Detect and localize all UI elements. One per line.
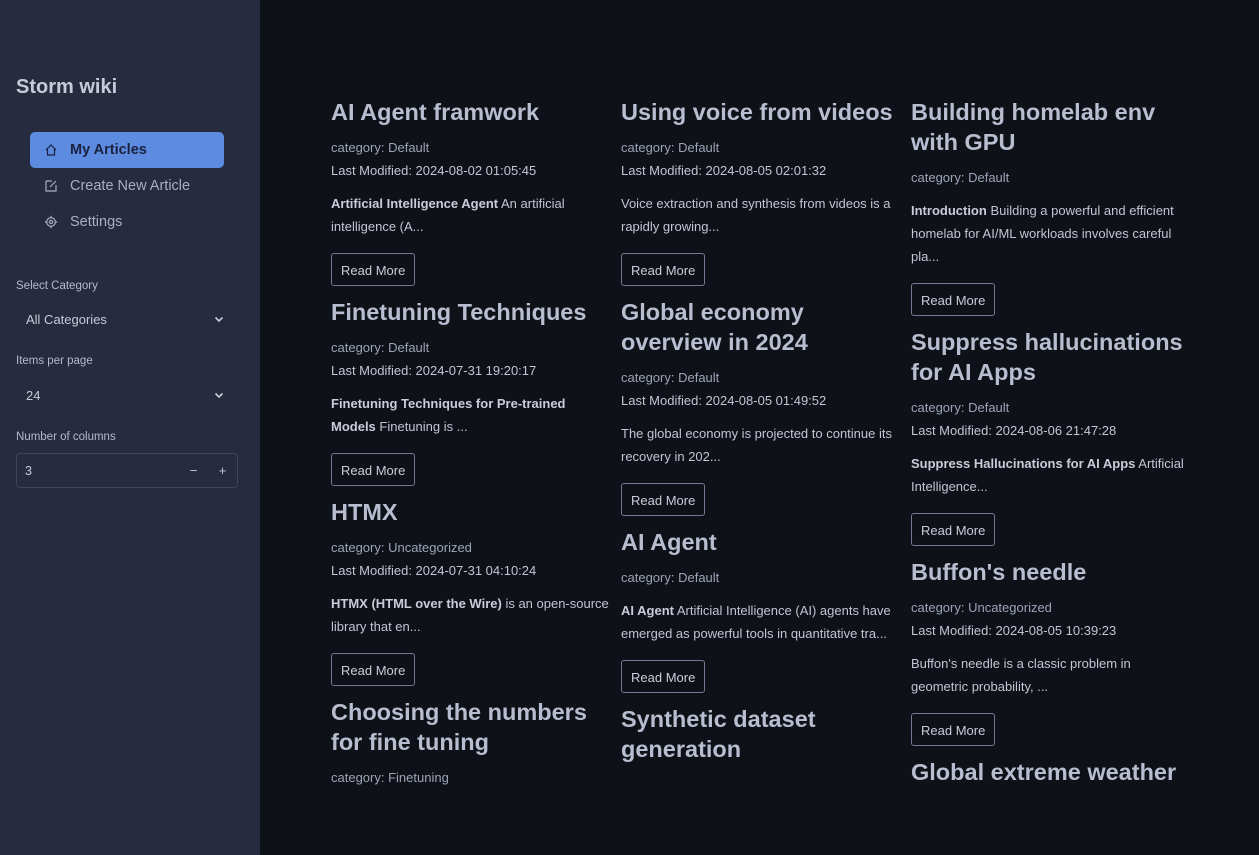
article-last-modified: Last Modified: 2024-08-05 02:01:32 (621, 163, 827, 178)
article-card: Building homelab env with GPU category: D… (911, 97, 1191, 327)
article-category: category: Finetuning (331, 770, 449, 785)
article-title[interactable]: AI Agent framwork (331, 97, 611, 127)
read-more-button[interactable]: Read More (911, 513, 996, 546)
article-card: Global economy overview in 2024 category:… (621, 297, 901, 527)
article-category: category: Default (621, 370, 720, 385)
items-per-page-label: Items per page (16, 355, 93, 367)
nav-item-label: Settings (70, 214, 123, 230)
nav-item-create-new-article[interactable]: Create New Article (30, 168, 224, 204)
article-category: category: Uncategorized (911, 600, 1052, 615)
article-card: Synthetic dataset generation (621, 704, 901, 764)
article-last-modified: Last Modified: 2024-08-05 10:39:23 (911, 623, 1117, 638)
increment-button[interactable]: + (208, 463, 237, 478)
article-excerpt-text: The global economy is projected to conti… (621, 426, 892, 464)
article-excerpt: Artificial Intelligence Agent An artific… (331, 192, 611, 238)
articles-grid: AI Agent framwork category: Default Last M… (260, 0, 1259, 855)
category-label: Select Category (16, 280, 98, 292)
article-title[interactable]: Suppress hallucinations for AI Apps (911, 327, 1191, 387)
article-category: category: Default (621, 570, 720, 585)
chevron-down-icon (214, 314, 224, 324)
article-title[interactable]: Buffon's needle (911, 557, 1191, 587)
article-category: category: Default (911, 170, 1010, 185)
nav-item-my-articles[interactable]: My Articles (30, 132, 224, 168)
read-more-button[interactable]: Read More (911, 713, 996, 746)
nav-item-settings[interactable]: Settings (30, 204, 224, 240)
article-card: Buffon's needle category: Uncategorized La… (911, 557, 1191, 757)
article-card: Finetuning Techniques category: Default La… (331, 297, 611, 497)
items-per-page-select[interactable]: 24 (16, 377, 238, 413)
article-card: AI Agent category: Default AI Agent Artifi… (621, 527, 901, 704)
article-excerpt-text: Buffon's needle is a classic problem in … (911, 656, 1131, 694)
article-category: category: Default (331, 340, 430, 355)
article-last-modified: Last Modified: 2024-08-06 21:47:28 (911, 423, 1117, 438)
article-title[interactable]: Global extreme weather (911, 757, 1191, 787)
read-more-button[interactable]: Read More (621, 660, 706, 693)
decrement-button[interactable]: − (179, 463, 208, 478)
columns-stepper: 3 − + (16, 453, 238, 488)
article-category: category: Default (331, 140, 430, 155)
article-card: AI Agent framwork category: Default Last M… (331, 97, 611, 297)
read-more-button[interactable]: Read More (911, 283, 996, 316)
article-title[interactable]: AI Agent (621, 527, 901, 557)
items-per-page-value: 24 (26, 387, 41, 403)
article-category: category: Default (621, 140, 720, 155)
sidebar: Storm wiki My Articles Create New Articl… (0, 0, 260, 855)
app-title: Storm wiki (16, 76, 118, 98)
article-excerpt: Buffon's needle is a classic problem in … (911, 652, 1191, 698)
read-more-button[interactable]: Read More (621, 253, 706, 286)
article-excerpt: Introduction Building a powerful and eff… (911, 199, 1191, 268)
sidebar-nav: My Articles Create New Article Settings (30, 132, 224, 240)
article-title[interactable]: Global economy overview in 2024 (621, 297, 901, 357)
home-icon (44, 143, 58, 157)
category-select-value: All Categories (26, 311, 107, 327)
article-category: category: Default (911, 400, 1010, 415)
article-excerpt-lead: HTMX (HTML over the Wire) (331, 596, 502, 611)
columns-label: Number of columns (16, 431, 116, 443)
article-title[interactable]: HTMX (331, 497, 611, 527)
article-card: Suppress hallucinations for AI Apps categ… (911, 327, 1191, 557)
article-title[interactable]: Building homelab env with GPU (911, 97, 1191, 157)
article-title[interactable]: Synthetic dataset generation (621, 704, 901, 764)
article-card: Global extreme weather (911, 757, 1191, 787)
article-excerpt: Suppress Hallucinations for AI Apps Arti… (911, 452, 1191, 498)
article-excerpt-lead: AI Agent (621, 603, 674, 618)
article-title[interactable]: Choosing the numbers for fine tuning (331, 697, 611, 757)
read-more-button[interactable]: Read More (331, 453, 416, 486)
category-select[interactable]: All Categories (16, 301, 238, 337)
article-last-modified: Last Modified: 2024-07-31 19:20:17 (331, 363, 537, 378)
article-excerpt: Voice extraction and synthesis from vide… (621, 192, 901, 238)
article-excerpt-lead: Suppress Hallucinations for AI Apps (911, 456, 1136, 471)
article-card: Using voice from videos category: Default… (621, 97, 901, 297)
article-last-modified: Last Modified: 2024-08-02 01:05:45 (331, 163, 537, 178)
article-category: category: Uncategorized (331, 540, 472, 555)
articles-column-2: Using voice from videos category: Default… (621, 97, 901, 773)
article-last-modified: Last Modified: 2024-08-05 01:49:52 (621, 393, 827, 408)
article-last-modified: Last Modified: 2024-07-31 04:10:24 (331, 563, 537, 578)
article-excerpt: HTMX (HTML over the Wire) is an open-sou… (331, 592, 611, 638)
article-excerpt: Finetuning Techniques for Pre-trained Mo… (331, 392, 611, 438)
read-more-button[interactable]: Read More (331, 253, 416, 286)
article-excerpt: AI Agent Artificial Intelligence (AI) ag… (621, 599, 901, 645)
articles-column-1: AI Agent framwork category: Default Last M… (331, 97, 611, 789)
article-title[interactable]: Finetuning Techniques (331, 297, 611, 327)
article-title[interactable]: Using voice from videos (621, 97, 901, 127)
article-excerpt: The global economy is projected to conti… (621, 422, 901, 468)
articles-column-3: Building homelab env with GPU category: D… (911, 97, 1191, 796)
nav-item-label: My Articles (70, 142, 147, 158)
article-card: Choosing the numbers for fine tuning cate… (331, 697, 611, 789)
chevron-down-icon (214, 390, 224, 400)
article-excerpt-text: Finetuning is ... (375, 419, 468, 434)
article-excerpt-lead: Introduction (911, 203, 987, 218)
article-card: HTMX category: Uncategorized Last Modified… (331, 497, 611, 697)
gear-icon (44, 215, 58, 229)
nav-item-label: Create New Article (70, 178, 191, 194)
read-more-button[interactable]: Read More (331, 653, 416, 686)
read-more-button[interactable]: Read More (621, 483, 706, 516)
article-excerpt-text: Voice extraction and synthesis from vide… (621, 196, 891, 234)
columns-input[interactable]: 3 (17, 464, 179, 478)
edit-icon (44, 179, 58, 193)
article-excerpt-lead: Artificial Intelligence Agent (331, 196, 499, 211)
